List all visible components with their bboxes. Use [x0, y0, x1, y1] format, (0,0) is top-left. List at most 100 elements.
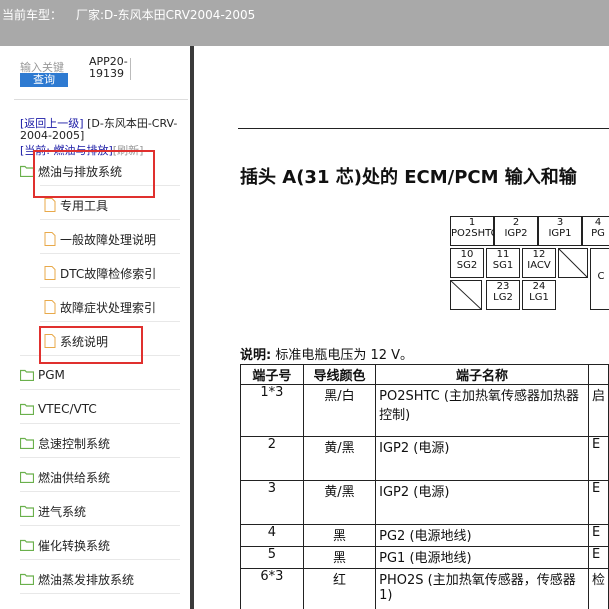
tree-item-idle-control[interactable]: 怠速控制系统 — [20, 431, 110, 455]
divider — [40, 287, 180, 288]
tree-item-vtec-vtc[interactable]: VTEC/VTC — [20, 397, 97, 421]
connector-pin: 23 LG2 — [486, 280, 520, 310]
pin-name: PO2SHTC — [451, 228, 498, 239]
connector-pin: 24 LG1 — [522, 280, 556, 310]
pin-number: 3 — [556, 217, 564, 228]
connector-pin: 11 SG1 — [486, 248, 520, 278]
tree-item-label: 专用工具 — [60, 198, 109, 213]
tree-item-label: 催化转换系统 — [38, 538, 111, 553]
tree-item-intake[interactable]: 进气系统 — [20, 499, 86, 523]
tree-item-label: 进气系统 — [38, 504, 87, 519]
tree-item-catalytic-converter[interactable]: 催化转换系统 — [20, 533, 110, 557]
top-bar: 当前车型： 厂家:D-东风本田CRV2004-2005 — [0, 0, 609, 46]
wire-color: 黄/黑 — [302, 436, 377, 481]
column-header: 导线颜色 — [302, 364, 377, 385]
tree-item-label: 燃油供给系统 — [38, 470, 111, 485]
tree-item-label: 怠速控制系统 — [38, 436, 111, 451]
separator-line — [130, 58, 131, 80]
tree-item-symptom-index[interactable]: 故障症状处理索引 — [44, 295, 156, 319]
document-heading: 插头 A(31 芯)处的 ECM/PCM 输入和输 — [240, 167, 577, 188]
terminal-name: PHO2S (主加热氧传感器，传感器 1) — [375, 568, 589, 609]
pin-name: IGP1 — [548, 228, 572, 239]
divider — [20, 559, 180, 560]
connector-pin: 10 SG2 — [450, 248, 484, 278]
tree-item-general-troubleshooting[interactable]: 一般故障处理说明 — [44, 227, 156, 251]
terminal-extra: 启 — [587, 384, 609, 437]
pin-number: 10 — [460, 249, 474, 260]
pin-name: SG1 — [492, 260, 514, 271]
sidebar: 输入关键 查询 APP20-19139 [返回上一级] [D-东风本田-CRV-… — [0, 46, 190, 609]
wire-color: 黑/白 — [302, 384, 377, 437]
document-icon — [44, 300, 56, 314]
note-text: 标准电瓶电压为 12 V。 — [275, 348, 414, 363]
terminal-table: 端子号 导线颜色 端子名称 1*3 黑/白 PO2SHTC (主加热氧传感器加热… — [240, 364, 609, 609]
folder-icon — [20, 369, 34, 381]
terminal-name: IGP2 (电源) — [375, 436, 589, 481]
pin-name: LG1 — [529, 292, 549, 303]
tree-item-evap-emission[interactable]: 燃油蒸发排放系统 — [20, 567, 134, 591]
document-icon — [44, 198, 56, 212]
highlight-box — [33, 150, 155, 198]
wire-color: 黑 — [302, 524, 377, 547]
table-row: 2 黄/黑 IGP2 (电源) E — [240, 436, 609, 481]
highlight-box — [39, 326, 143, 364]
tree-item-pgm[interactable]: PGM — [20, 363, 65, 387]
divider — [20, 389, 180, 390]
tree-item-dtc-index[interactable]: DTC故障检修索引 — [44, 261, 156, 285]
divider — [20, 491, 180, 492]
table-row: 3 黄/黑 IGP2 (电源) E — [240, 480, 609, 525]
folder-icon — [20, 505, 34, 517]
pin-number: 4 — [594, 217, 602, 228]
connector-pin: 3 IGP1 — [538, 216, 582, 246]
column-header: 端子名称 — [375, 364, 589, 385]
divider — [20, 525, 180, 526]
pin-number: 11 — [496, 249, 510, 260]
folder-icon — [20, 539, 34, 551]
terminal-number: 4 — [240, 524, 304, 547]
pin-number: 1 — [468, 217, 476, 228]
folder-icon — [20, 573, 34, 585]
tree-item-label: DTC故障检修索引 — [60, 266, 157, 281]
divider — [40, 219, 180, 220]
connector-pin: 12 IACV — [522, 248, 556, 278]
terminal-name: PG2 (电源地线) — [375, 524, 589, 547]
back-link-block: [返回上一级] [D-东风本田-CRV-2004-2005] — [20, 118, 190, 142]
vehicle-title: 当前车型： 厂家:D-东风本田CRV2004-2005 — [2, 6, 255, 23]
pin-name: PG — [591, 228, 605, 239]
terminal-name: PO2SHTC (主加热氧传感器加热器控制) — [375, 384, 589, 437]
table-row: 5 黑 PG1 (电源地线) E — [240, 546, 609, 569]
terminal-number: 3 — [240, 480, 304, 525]
folder-icon — [20, 165, 34, 177]
connector-pin: 4 PG — [582, 216, 609, 246]
tree-item-label: 一般故障处理说明 — [60, 232, 157, 247]
tree-item-label: 故障症状处理索引 — [60, 300, 157, 315]
document-icon — [44, 266, 56, 280]
pin-name: SG2 — [456, 260, 478, 271]
connector-pin: C — [590, 248, 609, 310]
manufacturer-label: 厂家:D-东风本田CRV2004-2005 — [76, 8, 256, 22]
column-header — [587, 364, 609, 385]
divider — [40, 253, 180, 254]
query-button[interactable]: 查询 — [20, 73, 68, 87]
folder-icon — [20, 437, 34, 449]
wire-color: 红 — [302, 568, 377, 609]
document-rule — [238, 128, 609, 129]
wire-color: 黄/黑 — [302, 480, 377, 525]
table-row: 4 黑 PG2 (电源地线) E — [240, 524, 609, 547]
car-label: 当前车型： — [2, 8, 63, 22]
terminal-number: 1*3 — [240, 384, 304, 437]
pin-number: 24 — [532, 281, 546, 292]
connector-pin: 1 PO2SHTC — [450, 216, 498, 246]
divider — [40, 321, 180, 322]
divider — [20, 457, 180, 458]
document-pane: 插头 A(31 芯)处的 ECM/PCM 输入和输 1 PO2SHTC 2 IGP2… — [194, 46, 609, 609]
table-row: 6*3 红 PHO2S (主加热氧传感器，传感器 1) 检 — [240, 568, 609, 609]
terminal-extra: 检 — [587, 568, 609, 609]
empty-pin-cell — [450, 280, 482, 310]
table-header-row: 端子号 导线颜色 端子名称 — [240, 364, 609, 385]
tree-item-fuel-supply[interactable]: 燃油供给系统 — [20, 465, 110, 489]
pin-name: LG2 — [493, 292, 513, 303]
document-icon — [44, 232, 56, 246]
tree-item-label: PGM — [38, 368, 65, 382]
wire-color: 黑 — [302, 546, 377, 569]
